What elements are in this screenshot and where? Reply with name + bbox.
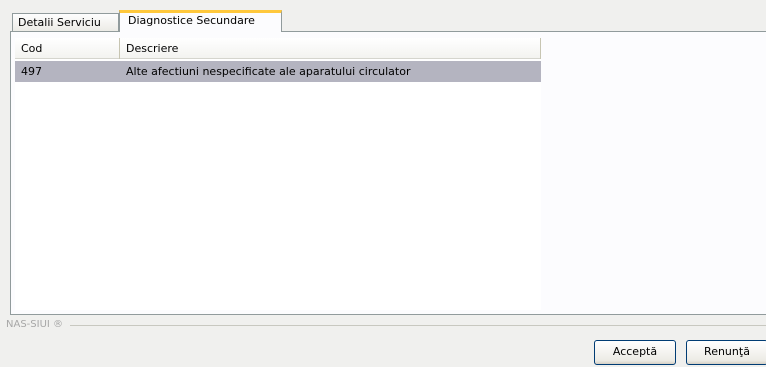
table-row[interactable]: 497 Alte afectiuni nespecificate ale apa… [15,61,541,82]
cell-cod: 497 [21,65,42,78]
tab-label: Detalii Serviciu [18,16,101,29]
group-label: NAS-SIUI ® [6,319,70,331]
dialog-window: Detalii Serviciu Diagnostice Secundare C… [0,0,766,367]
accept-button[interactable]: Acceptă [594,340,676,365]
tab-detalii-serviciu[interactable]: Detalii Serviciu [12,13,119,31]
column-header-label: Descriere [126,42,179,55]
cell-descriere: Alte afectiuni nespecificate ale aparatu… [126,65,411,78]
tab-diagnostice-secundare[interactable]: Diagnostice Secundare [119,10,282,32]
column-header-descriere[interactable]: Descriere [120,38,541,59]
grid-header: Cod Descriere [15,38,541,59]
cancel-button[interactable]: Renunţă [686,340,766,365]
diagnostics-grid[interactable]: Cod Descriere 497 Alte afectiuni nespeci… [15,38,541,310]
divider [70,325,766,326]
column-header-cod[interactable]: Cod [15,38,120,59]
tab-label: Diagnostice Secundare [128,14,255,27]
column-header-label: Cod [21,42,43,55]
